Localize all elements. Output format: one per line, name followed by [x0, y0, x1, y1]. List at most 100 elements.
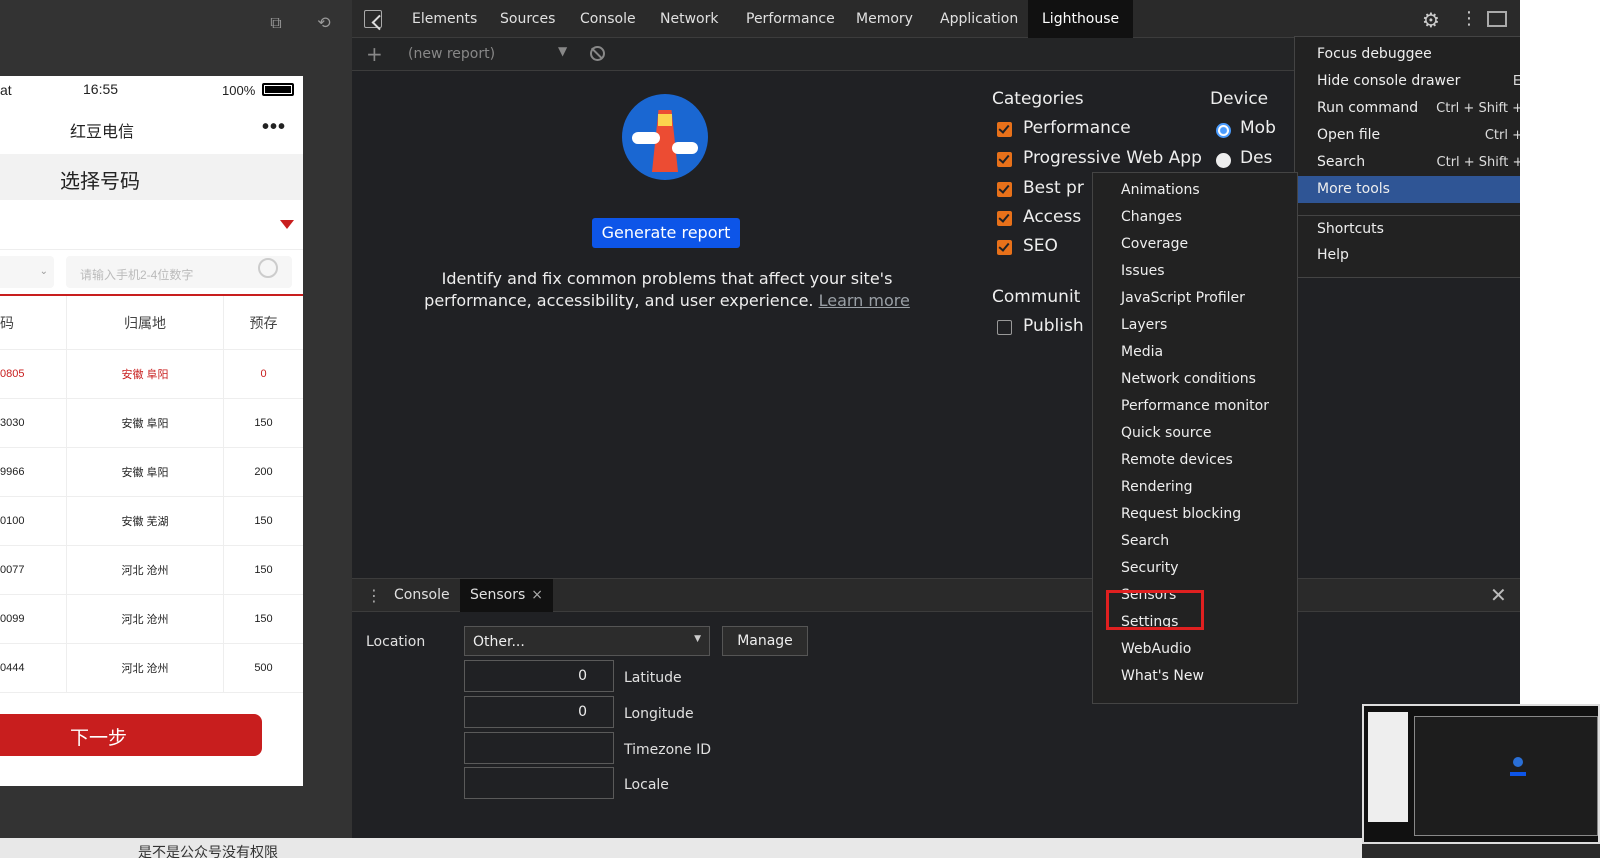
more-tools-item-rendering[interactable]: Rendering — [1121, 474, 1193, 501]
tab-network[interactable]: Network — [646, 0, 732, 38]
menu-item-help[interactable]: Help▶ — [1295, 242, 1543, 269]
drawer-tab-sensors-label: Sensors — [470, 587, 526, 603]
settings-gear-icon[interactable]: ⚙ — [1422, 8, 1440, 32]
checkbox-unchecked-icon[interactable] — [997, 320, 1012, 335]
deposit-cell: 150 — [254, 613, 273, 625]
device-heading: Device — [1210, 89, 1269, 109]
search-icon[interactable] — [258, 258, 278, 278]
radio-unselected-icon[interactable] — [1216, 153, 1231, 168]
table-row[interactable]: 9966 安徽 阜阳 200 — [0, 448, 303, 497]
close-tab-icon[interactable]: × — [531, 587, 543, 603]
inspect-element-icon[interactable] — [364, 10, 382, 28]
device-frame-icon[interactable]: ⧉ — [266, 14, 286, 32]
checkbox-checked-icon[interactable] — [997, 122, 1012, 137]
table-row[interactable]: 0099 河北 沧州 150 — [0, 595, 303, 644]
checkbox-checked-icon[interactable] — [997, 182, 1012, 197]
deposit-cell: 200 — [254, 466, 273, 478]
more-tools-item-javascript-profiler[interactable]: JavaScript Profiler — [1121, 285, 1245, 312]
close-drawer-icon[interactable]: ✕ — [1490, 583, 1507, 607]
longitude-label: Longitude — [624, 706, 694, 722]
more-tools-item-quick-source[interactable]: Quick source — [1121, 420, 1212, 447]
more-tools-item-request-blocking[interactable]: Request blocking — [1121, 501, 1241, 528]
more-tools-item-what-s-new[interactable]: What's New — [1121, 663, 1204, 690]
manage-button[interactable]: Manage — [722, 626, 808, 656]
table-row[interactable]: 3030 安徽 阜阳 150 — [0, 399, 303, 448]
app-nav-bar: 红豆电信 ••• — [0, 104, 303, 152]
table-row[interactable]: 0444 河北 沧州 500 — [0, 644, 303, 693]
menu-item-hide-console-drawer[interactable]: Hide console drawerEsc — [1295, 68, 1543, 95]
tab-lighthouse[interactable]: Lighthouse — [1028, 0, 1134, 38]
menu-item-search[interactable]: Search Ctrl + Shift + F — [1295, 149, 1543, 176]
menu-item-open-file[interactable]: Open file Ctrl + P — [1295, 122, 1543, 149]
more-tools-item-remote-devices[interactable]: Remote devices — [1121, 447, 1233, 474]
location-label: Location — [366, 634, 426, 650]
more-tools-item-webaudio[interactable]: WebAudio — [1121, 636, 1191, 663]
deposit-cell: 150 — [254, 417, 273, 429]
more-tools-item-search[interactable]: Search — [1121, 528, 1169, 555]
menu-item-run-command[interactable]: Run command Ctrl + Shift + P — [1295, 95, 1543, 122]
battery-percent: 100% — [222, 83, 256, 98]
filter-select[interactable]: ⌄ — [0, 256, 54, 288]
longitude-input[interactable]: 0 — [464, 696, 614, 728]
report-caret-icon[interactable]: ▼ — [558, 44, 567, 58]
number-cell: 0099 — [0, 613, 25, 625]
clear-report-icon[interactable] — [590, 46, 605, 61]
table-row[interactable]: 0805 安徽 阜阳 0 — [0, 350, 303, 399]
app-title: 红豆电信 — [70, 124, 135, 141]
device-label: Mob — [1240, 118, 1276, 138]
more-dots-icon[interactable]: ••• — [262, 116, 286, 139]
rotate-icon[interactable]: ⟲ — [314, 14, 334, 32]
timezone-input[interactable] — [464, 732, 614, 764]
table-row[interactable]: 0100 安徽 芜湖 150 — [0, 497, 303, 546]
more-tools-item-issues[interactable]: Issues — [1121, 258, 1165, 285]
tab-memory[interactable]: Memory — [842, 0, 927, 38]
checkbox-checked-icon[interactable] — [997, 152, 1012, 167]
more-tools-item-animations[interactable]: Animations — [1121, 177, 1200, 204]
devtools-overflow-menu: Focus debuggee Hide console drawerEsc Ru… — [1294, 36, 1544, 278]
kebab-menu-icon[interactable]: ⋮ — [1460, 8, 1478, 29]
next-step-button[interactable]: 下一步 — [0, 714, 262, 756]
tab-performance[interactable]: Performance — [732, 0, 849, 38]
page-bottom-strip: 是不是公众号没有权限 — [0, 838, 1362, 858]
undock-icon[interactable] — [1487, 11, 1507, 27]
learn-more-link[interactable]: Learn more — [819, 291, 910, 310]
location-cell: 河北 沧州 — [66, 595, 224, 643]
more-tools-item-security[interactable]: Security — [1121, 555, 1179, 582]
number-search-row: ⌄ 请输入手机2-4位数字 — [0, 250, 303, 296]
drawer-kebab-icon[interactable]: ⋮ — [366, 586, 382, 605]
region-dropdown[interactable] — [0, 200, 303, 250]
menu-item-focus-debuggee[interactable]: Focus debuggee — [1295, 41, 1543, 68]
drawer-tab-console[interactable]: Console — [384, 579, 460, 612]
more-tools-item-performance-monitor[interactable]: Performance monitor — [1121, 393, 1269, 420]
more-tools-item-coverage[interactable]: Coverage — [1121, 231, 1188, 258]
battery-icon — [262, 83, 294, 96]
generate-report-button[interactable]: Generate report — [592, 218, 740, 248]
locale-input[interactable] — [464, 767, 614, 799]
number-cell: 0100 — [0, 515, 25, 527]
location-select[interactable]: Other... ▼ — [464, 626, 710, 656]
number-cell: 0444 — [0, 662, 25, 674]
radio-selected-icon[interactable] — [1216, 123, 1231, 138]
more-tools-item-layers[interactable]: Layers — [1121, 312, 1167, 339]
report-select[interactable]: (new report) — [408, 46, 495, 62]
deposit-cell: 500 — [254, 662, 273, 674]
checkbox-checked-icon[interactable] — [997, 240, 1012, 255]
new-report-plus-icon[interactable]: + — [366, 42, 383, 66]
tab-console[interactable]: Console — [566, 0, 650, 38]
more-tools-item-network-conditions[interactable]: Network conditions — [1121, 366, 1256, 393]
latitude-input[interactable]: 0 — [464, 660, 614, 692]
screenshot-thumbnail[interactable] — [1362, 704, 1600, 844]
tab-application[interactable]: Application — [926, 0, 1032, 38]
table-row[interactable]: 0077 河北 沧州 150 — [0, 546, 303, 595]
sensors-panel: Location Other... ▼ Manage 0 Latitude 0 … — [352, 612, 1520, 838]
tab-elements[interactable]: Elements — [398, 0, 491, 38]
category-label: SEO — [1023, 236, 1058, 256]
tab-sources[interactable]: Sources — [486, 0, 569, 38]
category-label: Access — [1023, 207, 1082, 227]
more-tools-item-changes[interactable]: Changes — [1121, 204, 1182, 231]
menu-item-shortcuts[interactable]: Shortcuts — [1295, 216, 1543, 243]
checkbox-checked-icon[interactable] — [997, 211, 1012, 226]
more-tools-item-media[interactable]: Media — [1121, 339, 1163, 366]
menu-item-more-tools[interactable]: More tools▶ — [1295, 176, 1543, 203]
drawer-tab-sensors[interactable]: Sensors × — [460, 579, 554, 612]
